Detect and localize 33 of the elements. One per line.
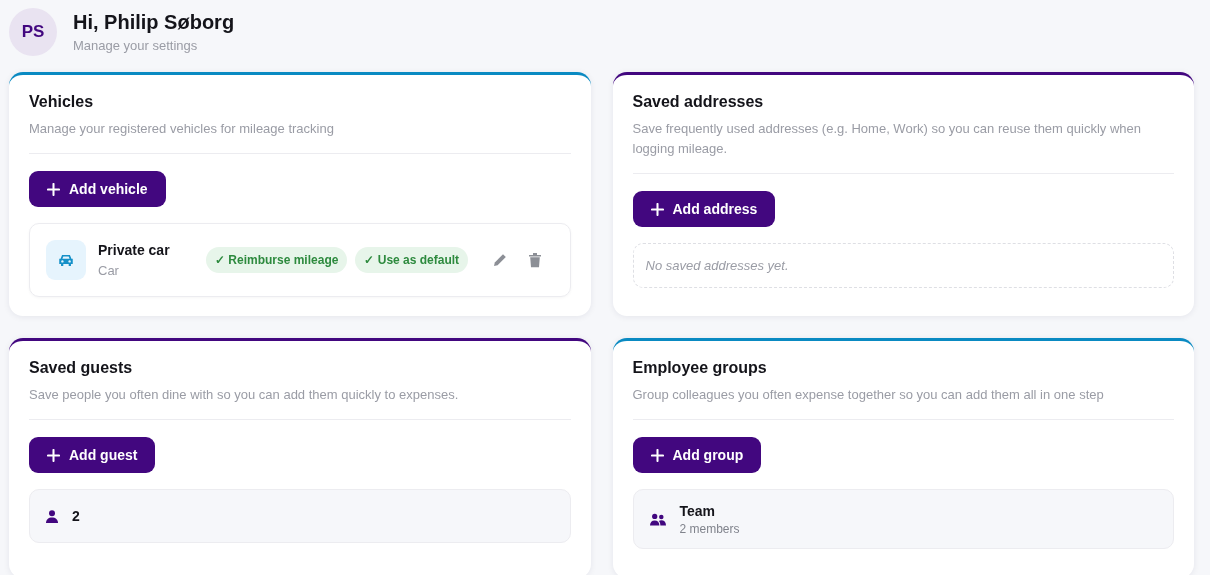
add-button[interactable]: Add address bbox=[632, 191, 776, 227]
plus-icon bbox=[47, 182, 60, 196]
group-name: Team bbox=[679, 502, 717, 519]
card-title: Saved guests bbox=[29, 359, 134, 377]
card-title: Saved addresses bbox=[632, 93, 765, 111]
plus-icon bbox=[650, 448, 664, 462]
card-description: Manage your registered vehicles for mileage tracking bbox=[29, 120, 335, 138]
avatar: PS bbox=[9, 8, 57, 56]
add-button[interactable]: Add guest bbox=[29, 437, 156, 473]
card-title: Employee groups bbox=[632, 359, 768, 377]
empty-message: No saved addresses yet. bbox=[632, 243, 1174, 288]
plus-icon bbox=[650, 202, 664, 216]
add-button[interactable]: Add vehicle bbox=[29, 171, 166, 207]
plus-icon bbox=[47, 448, 60, 462]
card-description: Save frequently used addresses (e.g. Home, Work) so you can reuse them quickly when logging mileage. bbox=[632, 120, 1142, 158]
guest-row[interactable]: 2 bbox=[29, 489, 571, 543]
card-description: Save people you often dine with so you can add them quickly to expenses. bbox=[29, 386, 460, 404]
guest-name: 2 bbox=[72, 508, 80, 524]
status-tag: ✓ Use as default bbox=[355, 247, 469, 273]
group-row[interactable]: Team 2 members bbox=[632, 489, 1174, 549]
add-button[interactable]: Add group bbox=[632, 437, 762, 473]
people-icon bbox=[649, 512, 666, 526]
vehicle-type: Car bbox=[98, 263, 120, 278]
vehicle-name: Private car bbox=[98, 242, 171, 258]
card-title: Vehicles bbox=[29, 93, 95, 111]
greeting: Hi, Philip Søborg bbox=[73, 11, 235, 34]
trash-icon[interactable] bbox=[528, 252, 543, 268]
car-icon bbox=[46, 240, 86, 280]
status-tag: ✓ Reimburse mileage bbox=[206, 247, 348, 273]
member-count: 2 members bbox=[679, 521, 740, 536]
card-description: Group colleagues you often expense together so you can add them all in one step bbox=[632, 386, 1105, 404]
page-subtitle: Manage your settings bbox=[73, 38, 199, 53]
person-icon bbox=[46, 509, 58, 523]
